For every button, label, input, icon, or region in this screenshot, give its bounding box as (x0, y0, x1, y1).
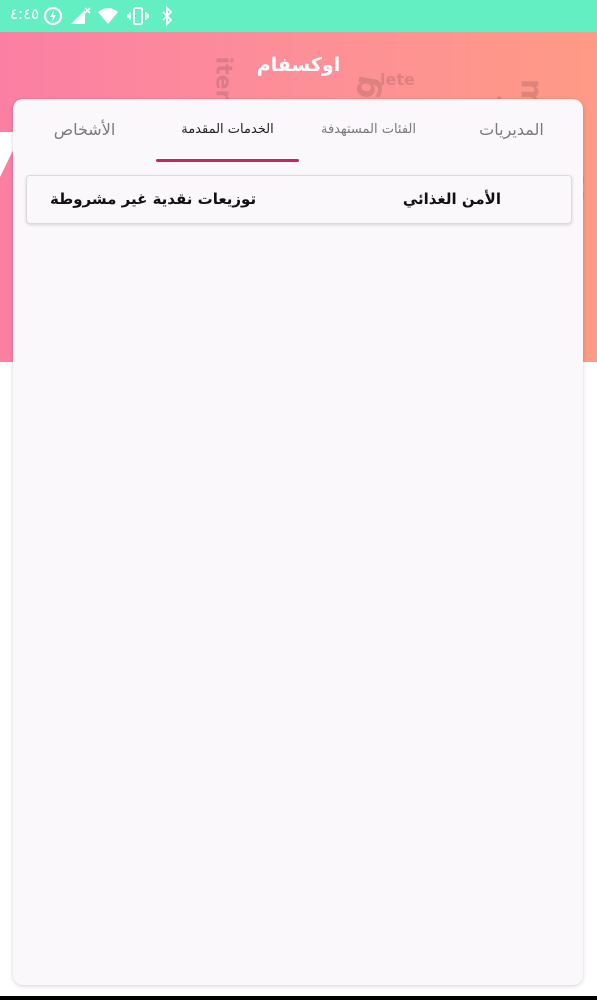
navigation-bar-edge (0, 996, 597, 1000)
list-item[interactable]: الأمن الغذائي توزيعات نقدية غير مشروطة (26, 175, 572, 224)
bluetooth-icon (156, 6, 178, 26)
data-saver-icon (42, 6, 64, 26)
service-sector: الأمن الغذائي (402, 190, 501, 208)
status-time: ٤:٤٥ (10, 5, 40, 23)
vibrate-icon (127, 6, 149, 26)
service-activity: توزيعات نقدية غير مشروطة (50, 190, 257, 208)
status-bar: ٤:٤٥ (0, 0, 597, 32)
tab-target-groups[interactable]: الفئات المستهدفة (297, 122, 440, 168)
content-card: المديريات الفئات المستهدفة الخدمات المقد… (13, 99, 583, 985)
tab-directorates[interactable]: المديريات (440, 120, 583, 166)
tab-indicator (156, 159, 299, 162)
tab-people[interactable]: الأشخاص (13, 120, 156, 166)
app-title: اوكسفام (256, 54, 341, 76)
wifi-icon (97, 6, 119, 26)
tab-bar: المديريات الفئات المستهدفة الخدمات المقد… (13, 99, 583, 163)
signal-icon (69, 6, 91, 26)
